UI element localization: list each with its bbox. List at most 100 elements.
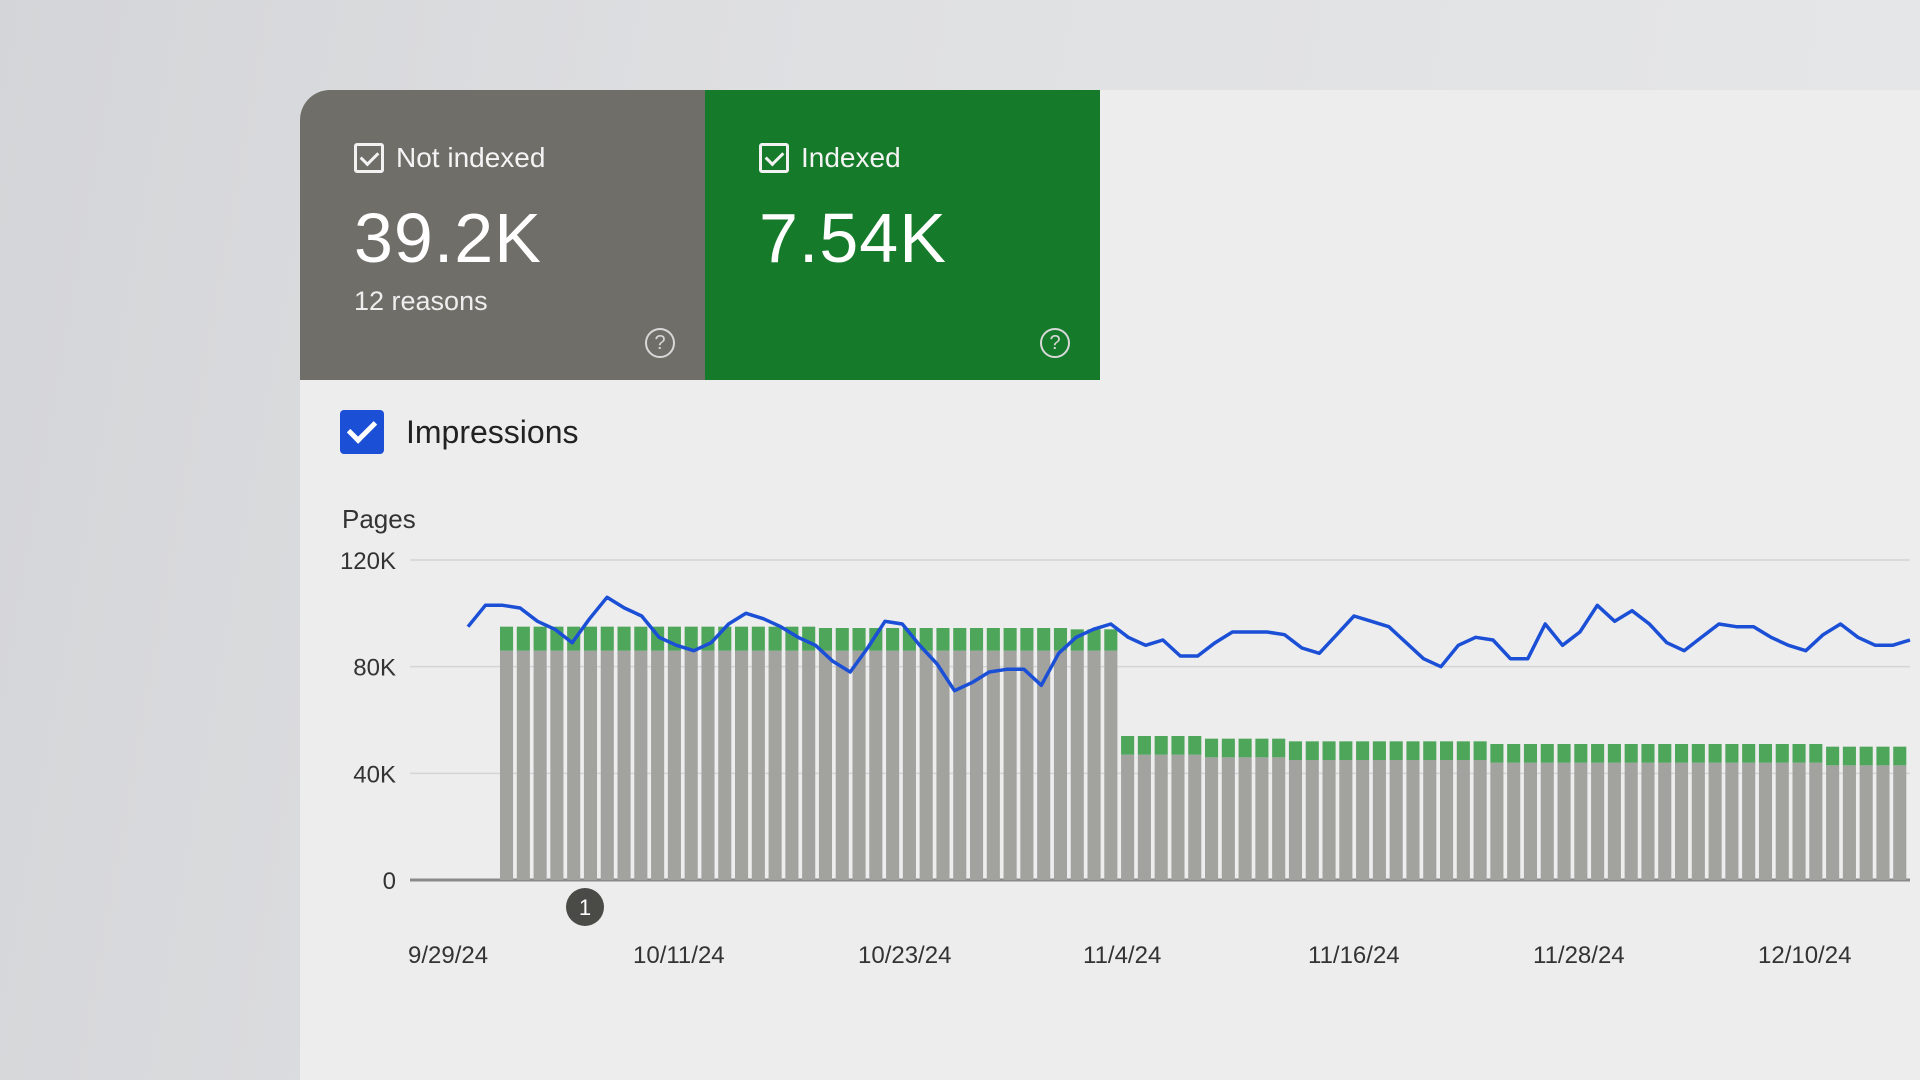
- bar-not-indexed: [634, 650, 648, 880]
- bar-indexed: [1440, 741, 1454, 760]
- bar-indexed: [1507, 744, 1521, 763]
- bar-not-indexed: [516, 650, 530, 880]
- bar-indexed: [1557, 744, 1571, 763]
- bar-not-indexed: [701, 650, 715, 880]
- bar-not-indexed: [1389, 760, 1403, 880]
- bar-not-indexed: [1507, 762, 1521, 880]
- bar-indexed: [1423, 741, 1437, 760]
- bar-not-indexed: [852, 650, 866, 880]
- bar-indexed: [1389, 741, 1403, 760]
- bar-not-indexed: [1591, 762, 1605, 880]
- bar-indexed: [1675, 744, 1689, 763]
- bar-not-indexed: [1288, 760, 1303, 880]
- bar-not-indexed: [1020, 650, 1034, 880]
- bar-indexed: [1624, 744, 1638, 763]
- bar-indexed: [1758, 744, 1773, 763]
- bar-indexed: [1725, 744, 1739, 763]
- bar-not-indexed: [1003, 650, 1017, 880]
- bar-indexed: [953, 628, 967, 651]
- bar-indexed: [1020, 628, 1034, 651]
- chart-bars: [500, 626, 1907, 880]
- bar-not-indexed: [1087, 650, 1101, 880]
- bar-not-indexed: [835, 650, 849, 880]
- bar-not-indexed: [1423, 760, 1437, 880]
- bar-not-indexed: [718, 650, 732, 880]
- bar-indexed: [600, 626, 614, 651]
- page-background: Not indexed 39.2K 12 reasons ? Indexed 7…: [0, 0, 1920, 1080]
- bar-not-indexed: [1104, 650, 1118, 880]
- bar-not-indexed: [1171, 754, 1185, 880]
- bar-indexed: [533, 626, 547, 651]
- bar-not-indexed: [550, 650, 564, 880]
- bar-indexed: [1708, 744, 1722, 763]
- bar-not-indexed: [1053, 650, 1068, 880]
- bar-indexed: [1171, 736, 1185, 755]
- bar-indexed: [936, 628, 950, 651]
- bar-not-indexed: [1859, 765, 1873, 880]
- bar-indexed: [1221, 738, 1235, 758]
- bar-indexed: [1288, 741, 1303, 760]
- bar-not-indexed: [1842, 765, 1856, 880]
- bar-not-indexed: [936, 650, 950, 880]
- y-tick-label: 40K: [353, 761, 396, 788]
- impressions-line-layer: [466, 595, 1911, 693]
- bar-not-indexed: [533, 650, 547, 880]
- bar-not-indexed: [1893, 765, 1907, 880]
- bar-not-indexed: [986, 650, 1000, 880]
- bar-indexed: [1456, 741, 1470, 760]
- bar-indexed: [516, 626, 530, 651]
- bar-not-indexed: [1272, 757, 1286, 880]
- bar-not-indexed: [1809, 762, 1823, 880]
- bar-not-indexed: [1557, 762, 1571, 880]
- bar-not-indexed: [886, 650, 900, 880]
- bar-not-indexed: [1708, 762, 1722, 880]
- x-tick-label: 10/11/24: [633, 942, 725, 969]
- bar-indexed: [886, 628, 900, 651]
- bar-not-indexed: [869, 650, 883, 880]
- bar-not-indexed: [1574, 762, 1588, 880]
- bar-indexed: [768, 626, 782, 651]
- bar-not-indexed: [1624, 762, 1638, 880]
- bar-not-indexed: [768, 650, 782, 880]
- bar-indexed: [1742, 744, 1756, 763]
- bar-indexed: [1842, 746, 1856, 766]
- bar-not-indexed: [1675, 762, 1689, 880]
- bar-indexed: [1137, 736, 1151, 755]
- bar-indexed: [1591, 744, 1605, 763]
- bar-indexed: [986, 628, 1000, 651]
- bar-indexed: [1792, 744, 1806, 763]
- bar-not-indexed: [1473, 760, 1487, 880]
- bar-not-indexed: [1691, 762, 1705, 880]
- bar-indexed: [1406, 741, 1420, 760]
- bar-not-indexed: [919, 650, 933, 880]
- bar-indexed: [751, 626, 765, 651]
- bar-indexed: [1356, 741, 1370, 760]
- y-tick-label: 0: [383, 868, 396, 895]
- annotation-marker[interactable]: 1: [566, 888, 604, 926]
- bar-not-indexed: [1322, 760, 1336, 880]
- bar-not-indexed: [500, 650, 514, 880]
- bar-indexed: [1272, 738, 1286, 758]
- bar-not-indexed: [1775, 762, 1789, 880]
- bar-not-indexed: [1456, 760, 1470, 880]
- bar-not-indexed: [684, 650, 698, 880]
- bar-indexed: [1876, 746, 1890, 766]
- x-tick-label: 11/28/24: [1533, 942, 1625, 969]
- bar-not-indexed: [1356, 760, 1370, 880]
- bar-not-indexed: [802, 650, 816, 880]
- bar-indexed: [970, 628, 984, 651]
- bar-not-indexed: [567, 650, 581, 880]
- bar-not-indexed: [902, 650, 916, 880]
- bar-not-indexed: [735, 650, 749, 880]
- bar-indexed: [1037, 628, 1051, 651]
- bar-not-indexed: [751, 650, 765, 880]
- bar-not-indexed: [1137, 754, 1151, 880]
- bar-not-indexed: [1742, 762, 1756, 880]
- bar-not-indexed: [1658, 762, 1672, 880]
- bar-not-indexed: [1154, 754, 1168, 880]
- bar-not-indexed: [1641, 762, 1655, 880]
- bar-indexed: [1322, 741, 1336, 760]
- bar-not-indexed: [1188, 754, 1202, 880]
- bar-indexed: [500, 626, 514, 651]
- bar-indexed: [1205, 738, 1219, 758]
